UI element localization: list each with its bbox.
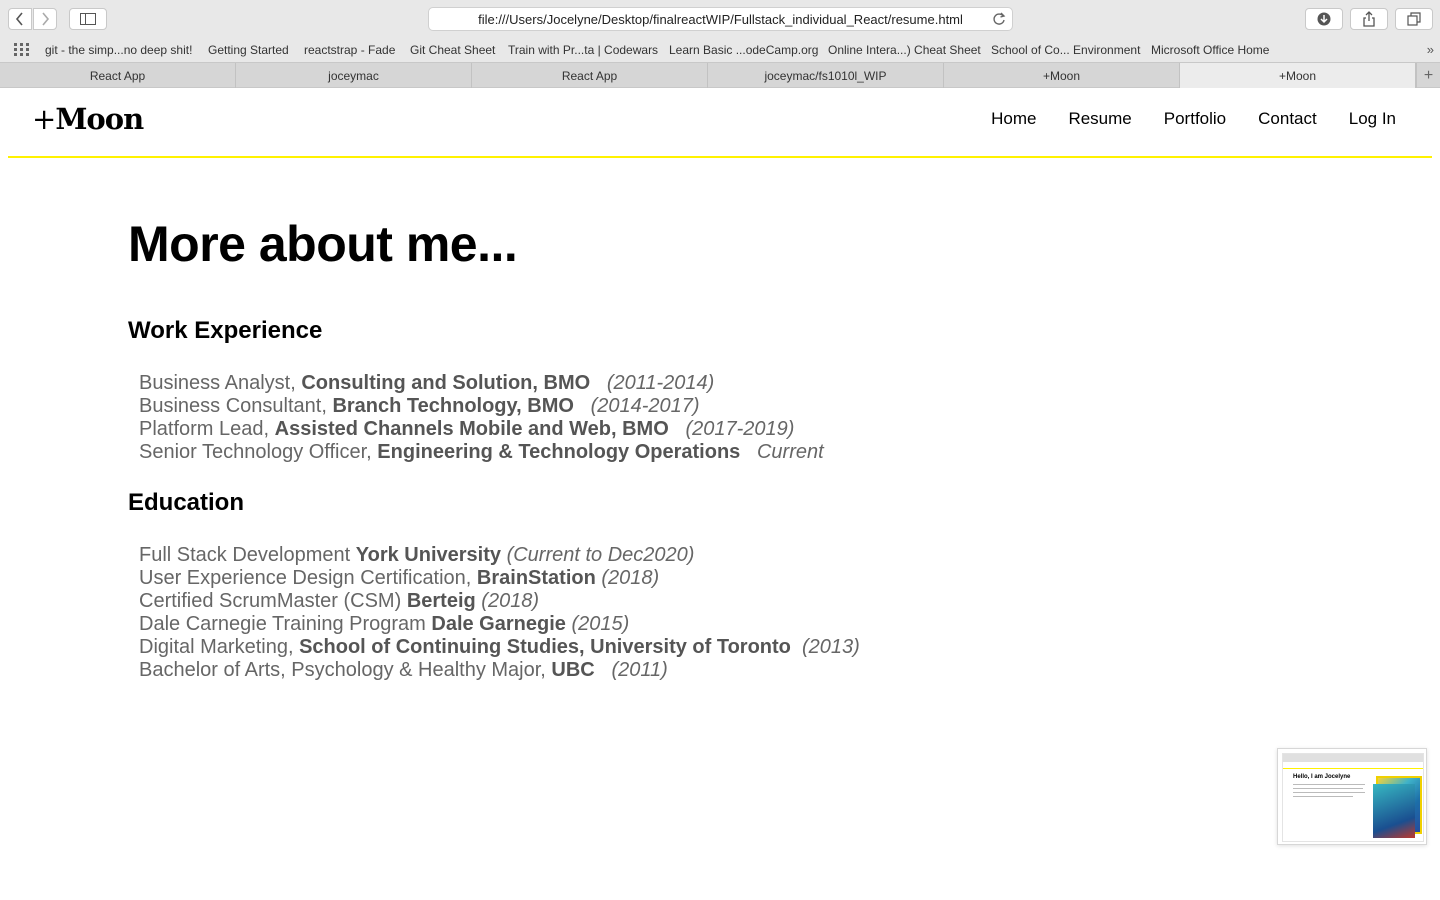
browser-tab[interactable]: joceymac	[236, 63, 472, 88]
tabs-overview-button[interactable]	[1395, 8, 1433, 30]
thumbnail-text-line	[1293, 792, 1365, 793]
nav-login[interactable]: Log In	[1349, 109, 1396, 129]
reload-icon[interactable]	[992, 12, 1006, 26]
site-header: +Moon Home Resume Portfolio Contact Log …	[8, 88, 1432, 158]
download-icon	[1317, 12, 1331, 26]
thumbnail-text-line	[1293, 788, 1363, 789]
thumbnail-text-line	[1293, 796, 1353, 797]
sidebar-toggle-button[interactable]	[69, 8, 107, 30]
main-nav: Home Resume Portfolio Contact Log In	[991, 109, 1396, 129]
nav-contact[interactable]: Contact	[1258, 109, 1317, 129]
tab-label: joceymac	[328, 68, 379, 83]
work-experience-heading: Work Experience	[128, 317, 323, 344]
thumbnail-title: Hello, I am Jocelyne	[1293, 774, 1351, 780]
screenshot-thumbnail[interactable]: Hello, I am Jocelyne	[1277, 748, 1427, 845]
list-item: Business Consultant, Branch Technology, …	[139, 395, 700, 417]
tab-bar: React App joceymac React App joceymac/fs…	[0, 62, 1440, 88]
sidebar-icon	[80, 13, 96, 25]
list-item: Bachelor of Arts, Psychology & Healthy M…	[139, 659, 668, 681]
bookmarks-bar: git - the simp...no deep shit! Getting S…	[0, 38, 1440, 62]
thumbnail-image	[1373, 784, 1415, 838]
thumbnail-text-line	[1293, 784, 1365, 785]
browser-tab[interactable]: React App	[472, 63, 708, 88]
bookmark-item[interactable]: Git Cheat Sheet	[410, 43, 495, 57]
list-item: Dale Carnegie Training Program Dale Garn…	[139, 613, 630, 635]
education-heading: Education	[128, 489, 245, 516]
tab-label: +Moon	[1278, 68, 1317, 83]
downloads-button[interactable]	[1305, 8, 1343, 30]
list-item: Full Stack Development York University (…	[139, 544, 695, 566]
share-icon	[1363, 11, 1375, 27]
list-item: User Experience Design Certification, Br…	[139, 567, 660, 589]
resume-content: More about me... Work Experience Busines…	[128, 215, 860, 682]
logo-plus: +	[32, 102, 56, 136]
chevron-left-icon	[15, 12, 23, 26]
tab-label: React App	[561, 68, 618, 83]
bookmark-item[interactable]: Train with Pr...ta | Codewars	[508, 43, 658, 57]
back-button[interactable]	[8, 8, 32, 30]
apps-grid-icon[interactable]	[14, 43, 30, 56]
browser-tab[interactable]: +Moon	[944, 63, 1180, 88]
bookmark-item[interactable]: Microsoft Office Home	[1151, 43, 1269, 57]
tab-label: +Moon	[1042, 68, 1081, 83]
logo-text: Moon	[55, 102, 144, 136]
bookmark-item[interactable]: School of Co... Environment	[991, 43, 1140, 57]
thumbnail-preview: Hello, I am Jocelyne	[1282, 753, 1424, 842]
chevron-right-icon	[42, 12, 50, 26]
bookmark-item[interactable]: Getting Started	[208, 43, 289, 57]
education-list: Full Stack Development York University (…	[128, 544, 860, 682]
thumbnail-toolbar	[1283, 754, 1423, 762]
forward-button[interactable]	[33, 8, 57, 30]
address-bar[interactable]: file:///Users/Jocelyne/Desktop/finalreac…	[428, 7, 1013, 31]
nav-portfolio[interactable]: Portfolio	[1164, 109, 1226, 129]
thumbnail-divider	[1283, 768, 1423, 769]
site-logo[interactable]: +Moon	[32, 102, 144, 136]
browser-tab[interactable]: React App	[0, 63, 236, 88]
bookmark-item[interactable]: git - the simp...no deep shit!	[45, 43, 192, 57]
list-item: Platform Lead, Assisted Channels Mobile …	[139, 418, 795, 440]
url-text: file:///Users/Jocelyne/Desktop/finalreac…	[478, 11, 963, 27]
nav-resume[interactable]: Resume	[1068, 109, 1131, 129]
double-chevron-icon[interactable]: »	[1427, 42, 1434, 57]
bookmark-item[interactable]: reactstrap - Fade	[304, 43, 395, 57]
browser-tab-active[interactable]: +Moon	[1180, 63, 1416, 88]
tab-label: React App	[89, 68, 146, 83]
plus-icon[interactable]: +	[1416, 63, 1440, 88]
work-experience-list: Business Analyst, Consulting and Solutio…	[128, 372, 860, 464]
list-item: Business Analyst, Consulting and Solutio…	[139, 372, 715, 394]
list-item: Senior Technology Officer, Engineering &…	[139, 441, 824, 463]
browser-tab[interactable]: joceymac/fs1010l_WIP	[708, 63, 944, 88]
list-item: Certified ScrumMaster (CSM) Berteig (201…	[139, 590, 540, 612]
tabs-overview-icon	[1407, 12, 1421, 26]
nav-home[interactable]: Home	[991, 109, 1036, 129]
browser-toolbar: file:///Users/Jocelyne/Desktop/finalreac…	[0, 0, 1440, 38]
bookmark-item[interactable]: Learn Basic ...odeCamp.org	[669, 43, 818, 57]
list-item: Digital Marketing, School of Continuing …	[139, 636, 860, 658]
tab-label: joceymac/fs1010l_WIP	[764, 68, 887, 83]
bookmark-item[interactable]: Online Intera...) Cheat Sheet	[828, 43, 981, 57]
page-title: More about me...	[128, 216, 518, 272]
share-button[interactable]	[1350, 8, 1388, 30]
